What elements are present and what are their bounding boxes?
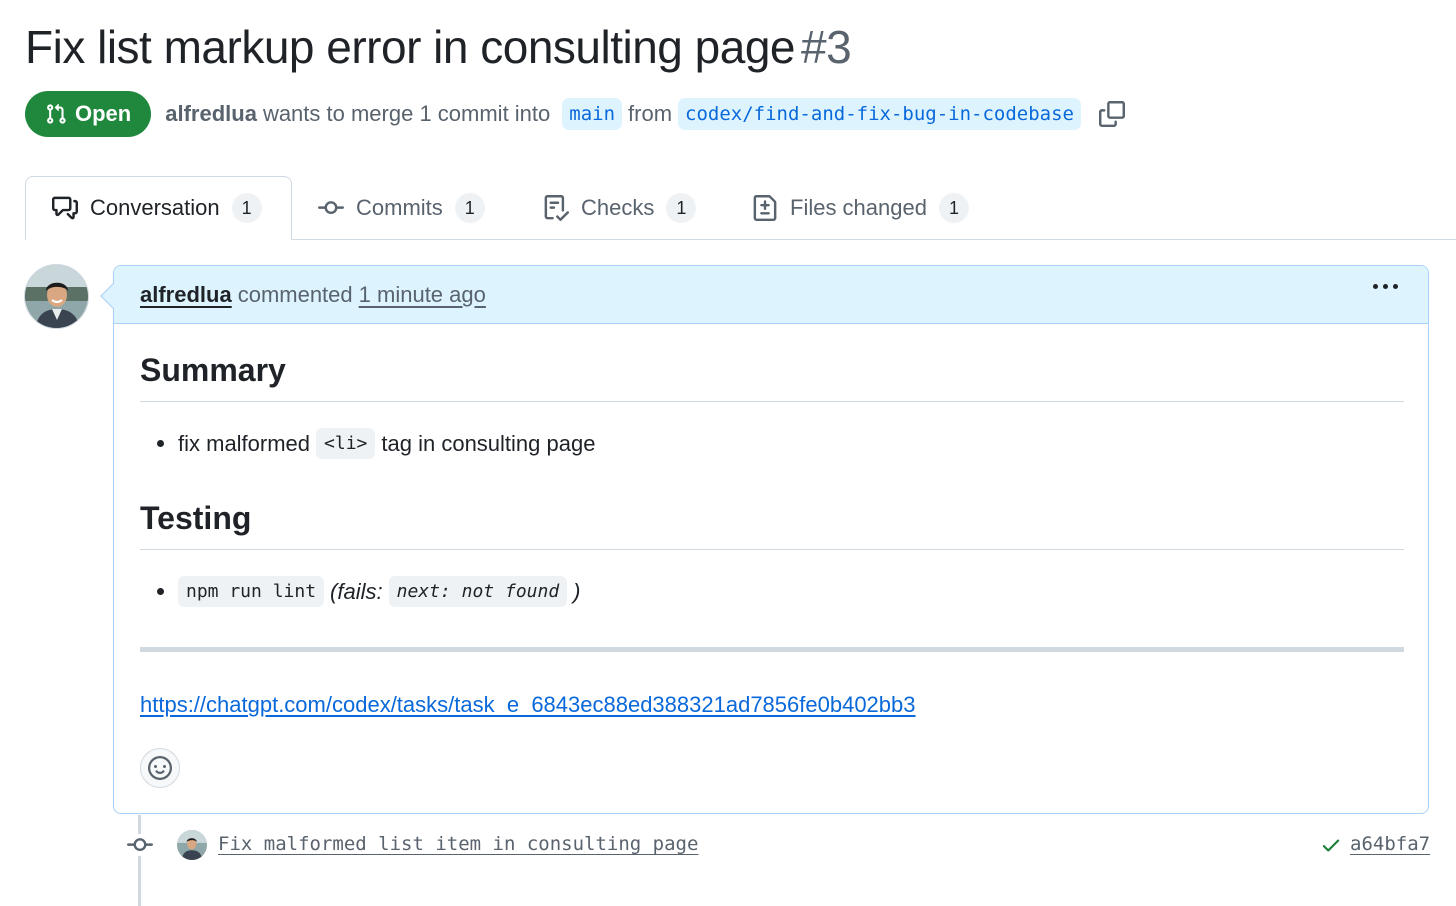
testing-note-before: (fails: [330, 578, 383, 604]
state-badge: Open [25, 91, 152, 137]
pr-meta: Open alfredlua wants to merge 1 commit i… [25, 91, 1125, 137]
testing-heading: Testing [140, 500, 1404, 550]
copy-icon [1098, 101, 1125, 127]
summary-heading: Summary [140, 352, 1404, 402]
pr-number: #3 [801, 21, 852, 73]
commit-message[interactable]: Fix malformed list item in consulting pa… [218, 833, 698, 855]
pr-title-text: Fix list markup error in consulting page [25, 21, 796, 73]
tab-files-count: 1 [938, 193, 969, 223]
commit-sha[interactable]: a64bfa7 [1350, 833, 1430, 855]
from-text: from [628, 101, 673, 126]
add-reaction-button[interactable] [140, 748, 180, 788]
tab-commits-count: 1 [454, 193, 485, 223]
summary-text-after: tag in consulting page [381, 430, 596, 456]
pr-tabs: Conversation 1 Commits 1 Checks 1 Files … [0, 176, 1456, 240]
comment-discussion-icon [52, 195, 78, 221]
comment-box: alfredlua commented 1 minute ago Summary… [113, 265, 1429, 814]
git-commit-icon [318, 195, 344, 221]
state-label: Open [75, 101, 132, 126]
git-pull-request-icon [47, 103, 66, 124]
avatar-image [25, 265, 88, 328]
tab-commits-label: Commits [356, 195, 443, 220]
file-diff-icon [752, 195, 778, 221]
inline-code: <li> [316, 428, 376, 459]
summary-text-before: fix malformed [178, 430, 311, 456]
base-branch[interactable]: main [562, 98, 623, 130]
pr-author[interactable]: alfredlua [165, 101, 257, 127]
avatar[interactable] [24, 264, 89, 329]
commit-author-avatar[interactable] [177, 830, 207, 860]
head-branch[interactable]: codex/find-and-fix-bug-in-codebase [678, 98, 1081, 130]
tab-conversation-label: Conversation [90, 195, 220, 220]
tab-files-label: Files changed [790, 195, 927, 220]
smiley-icon [148, 756, 172, 780]
tab-checks-label: Checks [581, 195, 655, 220]
inline-code-italic: next: not found [388, 576, 568, 607]
timeline-line [138, 815, 141, 906]
check-icon[interactable] [1320, 834, 1342, 861]
comment-timestamp[interactable]: 1 minute ago [359, 282, 486, 308]
tab-checks-count: 1 [666, 193, 697, 223]
merge-description: alfredlua wants to merge 1 commit into m… [165, 98, 1125, 130]
comment-header: alfredlua commented 1 minute ago [114, 266, 1428, 324]
comment-verb: commented [237, 281, 353, 307]
git-commit-icon [126, 834, 154, 856]
testing-note-after: ) [573, 578, 581, 604]
inline-code: npm run lint [178, 576, 325, 607]
tab-commits[interactable]: Commits 1 [318, 176, 485, 240]
list-item: fix malformed <li> tag in consulting pag… [140, 428, 595, 459]
avatar-image [177, 830, 207, 860]
comment-author[interactable]: alfredlua [140, 282, 232, 308]
list-item: npm run lint (fails: next: not found ) [140, 576, 581, 607]
bullet [157, 588, 164, 595]
pr-title: Fix list markup error in consulting page… [25, 20, 852, 74]
merge-text: wants to merge 1 commit into [262, 101, 551, 126]
kebab-menu-icon[interactable] [1373, 284, 1398, 289]
tab-files-changed[interactable]: Files changed 1 [752, 176, 969, 240]
copy-branch-button[interactable] [1098, 101, 1125, 127]
task-link[interactable]: https://chatgpt.com/codex/tasks/task_e_6… [140, 692, 916, 718]
horizontal-rule [140, 647, 1404, 652]
bullet [157, 440, 164, 447]
tab-conversation[interactable]: Conversation 1 [25, 176, 292, 240]
tab-checks[interactable]: Checks 1 [543, 176, 697, 240]
tab-conversation-count: 1 [231, 193, 262, 223]
checklist-icon [543, 195, 569, 221]
